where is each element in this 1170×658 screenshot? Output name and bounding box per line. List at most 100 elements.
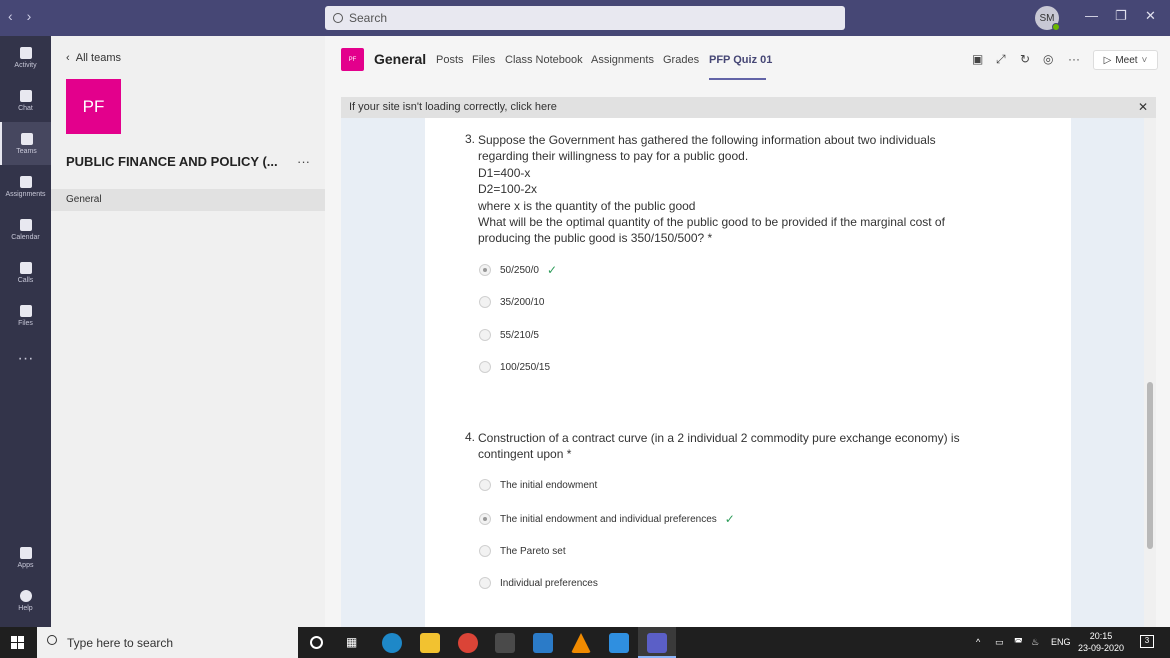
- video-icon: ▷: [1103, 54, 1112, 66]
- team-more-icon[interactable]: ···: [297, 154, 310, 169]
- question-line: regarding their willingness to pay for a…: [478, 149, 749, 164]
- edge-icon[interactable]: [382, 633, 402, 653]
- teams-app-icon: [647, 633, 667, 653]
- rail-label: Apps: [17, 561, 34, 569]
- meet-button[interactable]: ▷ Meet ˅: [1093, 50, 1158, 70]
- rail-label: Calendar: [11, 233, 40, 241]
- clock[interactable]: 20:15 23-09-2020: [1078, 630, 1124, 654]
- tab-grades[interactable]: Grades: [663, 54, 699, 66]
- question-line: What will be the optimal quantity of the…: [478, 215, 945, 230]
- vscode-icon[interactable]: [609, 633, 629, 653]
- task-view-icon[interactable]: ▦: [346, 635, 357, 649]
- restore-icon[interactable]: ❐: [1115, 8, 1127, 24]
- question-line: Suppose the Government has gathered the …: [478, 133, 936, 147]
- reload-icon[interactable]: ↻: [1020, 52, 1030, 66]
- chat-icon: [19, 89, 32, 102]
- radio-button[interactable]: [479, 513, 491, 525]
- team-initials: PF: [82, 96, 105, 116]
- tab-class-notebook[interactable]: Class Notebook: [505, 54, 583, 66]
- tab-files[interactable]: Files: [472, 54, 495, 66]
- notification-count: 3: [1144, 636, 1150, 645]
- back-arrow-icon[interactable]: ‹: [8, 8, 13, 24]
- close-window-icon[interactable]: ✕: [1145, 8, 1156, 24]
- option-label: 35/200/10: [500, 296, 545, 308]
- battery-icon[interactable]: ▭: [995, 637, 1004, 648]
- minimize-icon[interactable]: —: [1085, 8, 1098, 23]
- rail-label: Assignments: [5, 190, 46, 198]
- option-row[interactable]: The initial endowment and individual pre…: [479, 512, 735, 526]
- tab-pfp-quiz[interactable]: PFP Quiz 01: [709, 54, 772, 66]
- radio-button[interactable]: [479, 479, 491, 491]
- team-name[interactable]: PUBLIC FINANCE AND POLICY (...: [66, 154, 278, 169]
- option-row[interactable]: 55/210/5: [479, 329, 539, 341]
- option-row[interactable]: 35/200/10: [479, 296, 545, 308]
- radio-button[interactable]: [479, 264, 491, 276]
- radio-button[interactable]: [479, 296, 491, 308]
- rail-help[interactable]: Help: [0, 579, 51, 622]
- expand-icon[interactable]: ⤢: [996, 52, 1006, 67]
- search-placeholder: Search: [349, 11, 388, 25]
- apps-icon: [19, 546, 32, 559]
- question-number: 4.: [465, 430, 476, 444]
- search-icon: [47, 635, 57, 645]
- radio-button[interactable]: [479, 577, 491, 589]
- tab-posts[interactable]: Posts: [436, 54, 464, 66]
- question-line: where x is the quantity of the public go…: [478, 198, 696, 213]
- rail-calls[interactable]: Calls: [0, 251, 51, 294]
- vlc-icon[interactable]: [571, 633, 591, 653]
- all-teams-link[interactable]: ‹ All teams: [66, 52, 121, 64]
- option-label: 55/210/5: [500, 329, 539, 341]
- radio-button[interactable]: [479, 545, 491, 557]
- scrollbar[interactable]: [1144, 118, 1156, 627]
- rail-activity[interactable]: Activity: [0, 36, 51, 79]
- more-icon[interactable]: ···: [1068, 52, 1080, 66]
- file-explorer-icon[interactable]: [420, 633, 440, 653]
- scrollbar-thumb[interactable]: [1147, 382, 1153, 549]
- forward-arrow-icon[interactable]: ›: [27, 8, 32, 24]
- rail-chat[interactable]: Chat: [0, 79, 51, 122]
- rail-label: Chat: [18, 104, 33, 112]
- store-icon[interactable]: [495, 633, 515, 653]
- search-input[interactable]: Search: [325, 6, 845, 30]
- tray-chevron-icon[interactable]: ^: [976, 637, 980, 647]
- volume-icon[interactable]: ♨: [1031, 637, 1039, 648]
- radio-button[interactable]: [479, 329, 491, 341]
- notification-icon[interactable]: 3: [1140, 635, 1154, 648]
- rail-label: Activity: [14, 61, 37, 69]
- wifi-icon[interactable]: ◚: [1014, 637, 1023, 648]
- tab-assignments[interactable]: Assignments: [591, 54, 654, 66]
- close-icon[interactable]: ✕: [1138, 97, 1148, 118]
- teams-taskbar-button[interactable]: [638, 627, 676, 658]
- rail-assignments[interactable]: Assignments: [0, 165, 51, 208]
- language-indicator[interactable]: ENG: [1051, 637, 1071, 647]
- rail-more[interactable]: ···: [0, 337, 51, 380]
- rail-teams[interactable]: Teams: [0, 122, 51, 165]
- rail-label: Teams: [16, 147, 37, 155]
- globe-icon[interactable]: ◎: [1043, 52, 1053, 66]
- site-loading-banner[interactable]: If your site isn't loading correctly, cl…: [341, 97, 1156, 118]
- option-row[interactable]: Individual preferences: [479, 577, 598, 589]
- option-row[interactable]: 100/250/15: [479, 361, 550, 373]
- cortana-icon[interactable]: [310, 636, 323, 649]
- avatar[interactable]: SM: [1035, 6, 1060, 31]
- outlook-icon[interactable]: [533, 633, 553, 653]
- channel-general[interactable]: General: [51, 189, 325, 211]
- windows-start-icon[interactable]: [11, 636, 24, 649]
- option-row[interactable]: 50/250/0 ✓: [479, 263, 557, 277]
- phone-icon: [19, 261, 32, 274]
- rail-calendar[interactable]: Calendar: [0, 208, 51, 251]
- conversation-icon[interactable]: ▣: [972, 52, 983, 66]
- banner-text: If your site isn't loading correctly, cl…: [349, 101, 557, 113]
- option-label: 50/250/0: [500, 264, 539, 276]
- option-row[interactable]: The Pareto set: [479, 545, 566, 557]
- option-label: The initial endowment and individual pre…: [500, 513, 717, 525]
- radio-button[interactable]: [479, 361, 491, 373]
- assignments-icon: [19, 175, 32, 188]
- option-row[interactable]: The initial endowment: [479, 479, 597, 491]
- taskbar-search-input[interactable]: Type here to search: [37, 627, 298, 658]
- rail-apps[interactable]: Apps: [0, 536, 51, 579]
- app-rail: Activity Chat Teams Assignments Calendar…: [0, 36, 51, 627]
- chrome-icon[interactable]: [458, 633, 478, 653]
- rail-files[interactable]: Files: [0, 294, 51, 337]
- avatar-initials: SM: [1039, 12, 1055, 24]
